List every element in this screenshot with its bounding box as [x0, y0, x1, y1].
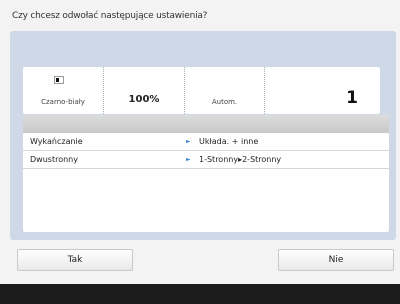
copies-value: 1 [346, 88, 358, 108]
paper-cell: Autom. [185, 67, 265, 114]
setting-name: Dwustronny [30, 155, 78, 164]
color-mode-label: Czarno-biały [41, 98, 85, 106]
dialog-prompt: Czy chcesz odwołać następujące ustawieni… [12, 11, 208, 21]
bottom-bar [0, 284, 400, 304]
no-button[interactable]: Nie [278, 249, 394, 271]
color-mode-cell: Czarno-biały [23, 67, 104, 114]
zoom-cell: 100% [104, 67, 185, 114]
settings-list: Wykańczanie ► Układa. + inne Dwustronny … [23, 115, 389, 232]
setting-value: Układa. + inne [199, 137, 259, 146]
paper-label: Autom. [211, 98, 238, 106]
list-header [23, 115, 389, 133]
list-item: Wykańczanie ► Układa. + inne [23, 133, 389, 151]
arrow-right-icon: ► [186, 156, 191, 163]
settings-summary: Czarno-biały 100% Autom. 1 [23, 67, 380, 114]
setting-value: 1-Stronny▸2-Stronny [199, 155, 282, 164]
setting-name: Wykańczanie [30, 137, 83, 146]
color-mode-icon [54, 76, 64, 84]
arrow-right-icon: ► [186, 138, 191, 145]
yes-button[interactable]: Tak [17, 249, 133, 271]
copies-cell: 1 [265, 67, 380, 114]
list-item: Dwustronny ► 1-Stronny▸2-Stronny [23, 151, 389, 169]
zoom-value: 100% [128, 94, 160, 105]
